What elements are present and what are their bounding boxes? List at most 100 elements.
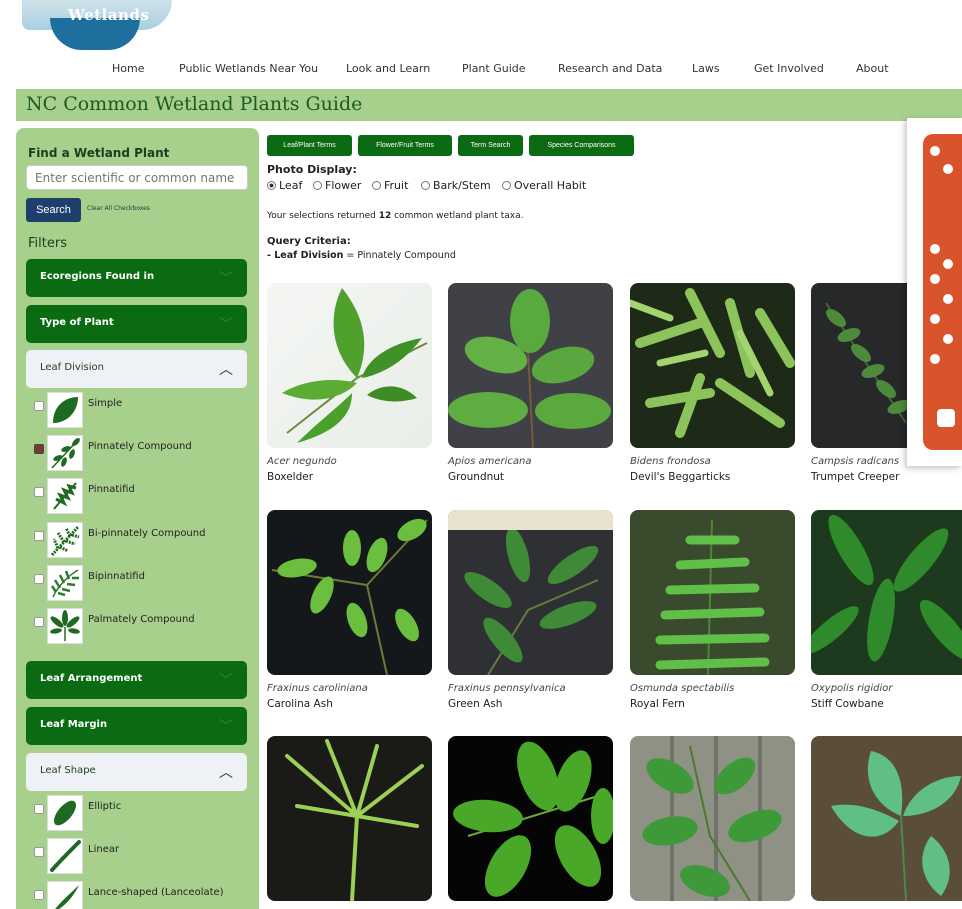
common-name: Royal Fern bbox=[630, 698, 685, 710]
nav-public-wetlands[interactable]: Public Wetlands Near You bbox=[179, 62, 318, 75]
radio-fruit[interactable]: Fruit bbox=[372, 179, 408, 192]
scientific-name: Apios americana bbox=[448, 456, 532, 467]
page-title: NC Common Wetland Plants Guide bbox=[26, 93, 363, 115]
nav-look-and-learn[interactable]: Look and Learn bbox=[346, 62, 430, 75]
clear-checkboxes-link[interactable]: Clear All Checkboxes bbox=[87, 205, 150, 212]
nav-get-involved[interactable]: Get Involved bbox=[754, 62, 824, 75]
plant-photo[interactable] bbox=[448, 510, 613, 675]
tab-term-search[interactable]: Term Search bbox=[458, 135, 523, 156]
option-label: Elliptic bbox=[88, 801, 122, 812]
simple-leaf-icon bbox=[47, 392, 83, 428]
palmately-compound-leaf-icon bbox=[47, 608, 83, 644]
checkbox[interactable] bbox=[34, 804, 44, 814]
nav-home[interactable]: Home bbox=[112, 62, 144, 75]
ruler bbox=[448, 510, 613, 530]
nav-plant-guide[interactable]: Plant Guide bbox=[462, 62, 526, 75]
checkbox[interactable] bbox=[34, 574, 44, 584]
filter-sidebar: Find a Wetland Plant Search Clear All Ch… bbox=[16, 128, 259, 909]
plant-card[interactable] bbox=[630, 736, 795, 901]
plant-photo[interactable] bbox=[811, 510, 962, 675]
plant-card[interactable] bbox=[267, 736, 432, 901]
scientific-name: Fraxinus pennsylvanica bbox=[448, 683, 566, 694]
badge-dot-icon bbox=[943, 334, 953, 344]
plant-card[interactable] bbox=[811, 736, 962, 901]
option-label: Bipinnatifid bbox=[88, 571, 145, 582]
common-name: Groundnut bbox=[448, 471, 505, 483]
plant-photo[interactable] bbox=[448, 283, 613, 448]
plant-photo[interactable] bbox=[630, 283, 795, 448]
accordion-label: Leaf Arrangement bbox=[40, 673, 143, 684]
chevron-down-icon: ﹀ bbox=[219, 271, 233, 287]
plant-photo[interactable] bbox=[267, 283, 432, 448]
badge-dot-icon bbox=[930, 146, 940, 156]
plant-photo[interactable] bbox=[448, 736, 613, 901]
accordion-label: Ecoregions Found in bbox=[40, 271, 155, 282]
site-logo[interactable]: Wetlands bbox=[22, 0, 172, 52]
plant-card[interactable] bbox=[448, 736, 613, 901]
plant-photo[interactable] bbox=[630, 736, 795, 901]
pinnatifid-leaf-icon bbox=[47, 478, 83, 514]
filters-heading: Filters bbox=[28, 236, 67, 251]
find-plant-label: Find a Wetland Plant bbox=[28, 146, 170, 160]
common-name: Trumpet Creeper bbox=[811, 471, 900, 483]
page-title-bar: NC Common Wetland Plants Guide bbox=[16, 89, 962, 121]
radio-leaf[interactable]: Leaf bbox=[267, 179, 302, 192]
plant-card[interactable]: Oxypolis rigidior Stiff Cowbane bbox=[811, 510, 962, 710]
query-criteria-title: Query Criteria: bbox=[267, 236, 351, 247]
radio-label: Overall Habit bbox=[514, 179, 587, 192]
accordion-leaf-division[interactable]: Leaf Division ︿ bbox=[26, 350, 247, 388]
option-label: Lance-shaped (Lanceolate) bbox=[88, 887, 224, 898]
accordion-leaf-arrangement[interactable]: Leaf Arrangement ﹀ bbox=[26, 661, 247, 699]
radio-icon bbox=[313, 181, 322, 190]
radio-selected-icon bbox=[267, 181, 276, 190]
checkbox-checked[interactable] bbox=[34, 444, 44, 454]
plant-card[interactable]: Acer negundo Boxelder bbox=[267, 283, 432, 483]
plant-card[interactable]: Osmunda spectabilis Royal Fern bbox=[630, 510, 795, 710]
tab-species-comparisons[interactable]: Species Comparisons bbox=[529, 135, 634, 156]
scientific-name: Fraxinus caroliniana bbox=[267, 683, 368, 694]
chevron-down-icon: ﹀ bbox=[219, 317, 233, 333]
common-name: Stiff Cowbane bbox=[811, 698, 884, 710]
results-prefix: Your selections returned bbox=[267, 211, 379, 221]
tab-leaf-plant-terms[interactable]: Leaf/Plant Terms bbox=[267, 135, 352, 156]
nav-about[interactable]: About bbox=[856, 62, 889, 75]
radio-flower[interactable]: Flower bbox=[313, 179, 361, 192]
radio-bark-stem[interactable]: Bark/Stem bbox=[421, 179, 491, 192]
accordion-leaf-shape[interactable]: Leaf Shape ︿ bbox=[26, 753, 247, 791]
plant-photo[interactable] bbox=[811, 736, 962, 901]
checkbox[interactable] bbox=[34, 531, 44, 541]
accordion-leaf-margin[interactable]: Leaf Margin ﹀ bbox=[26, 707, 247, 745]
plant-photo[interactable] bbox=[267, 736, 432, 901]
main-nav: Home Public Wetlands Near You Look and L… bbox=[0, 62, 910, 82]
radio-overall-habit[interactable]: Overall Habit bbox=[502, 179, 586, 192]
badge-square-icon bbox=[937, 409, 955, 427]
plant-card[interactable]: Fraxinus pennsylvanica Green Ash bbox=[448, 510, 613, 710]
search-button[interactable]: Search bbox=[26, 198, 81, 222]
plant-search-input[interactable] bbox=[26, 165, 248, 190]
option-label: Linear bbox=[88, 844, 120, 855]
plant-photo[interactable] bbox=[630, 510, 795, 675]
side-badge[interactable] bbox=[907, 118, 962, 466]
checkbox[interactable] bbox=[34, 401, 44, 411]
plant-photo[interactable] bbox=[267, 510, 432, 675]
accordion-label: Type of Plant bbox=[40, 317, 114, 328]
checkbox[interactable] bbox=[34, 890, 44, 900]
checkbox[interactable] bbox=[34, 487, 44, 497]
badge-dot-icon bbox=[930, 274, 940, 284]
plant-card[interactable]: Bidens frondosa Devil's Beggarticks bbox=[630, 283, 795, 483]
nav-laws[interactable]: Laws bbox=[692, 62, 720, 75]
checkbox[interactable] bbox=[34, 617, 44, 627]
checkbox[interactable] bbox=[34, 847, 44, 857]
side-badge-panel bbox=[923, 134, 962, 450]
badge-dot-icon bbox=[943, 294, 953, 304]
chevron-down-icon: ﹀ bbox=[219, 719, 233, 735]
plant-card[interactable]: Apios americana Groundnut bbox=[448, 283, 613, 483]
plant-card[interactable]: Fraxinus caroliniana Carolina Ash bbox=[267, 510, 432, 710]
accordion-type-of-plant[interactable]: Type of Plant ﹀ bbox=[26, 305, 247, 343]
linear-leaf-icon bbox=[47, 838, 83, 874]
option-label: Pinnately Compound bbox=[88, 441, 192, 452]
nav-research-and-data[interactable]: Research and Data bbox=[558, 62, 662, 75]
accordion-ecoregions[interactable]: Ecoregions Found in ﹀ bbox=[26, 259, 247, 297]
tab-flower-fruit-terms[interactable]: Flower/Fruit Terms bbox=[358, 135, 452, 156]
scientific-name: Bidens frondosa bbox=[630, 456, 711, 467]
